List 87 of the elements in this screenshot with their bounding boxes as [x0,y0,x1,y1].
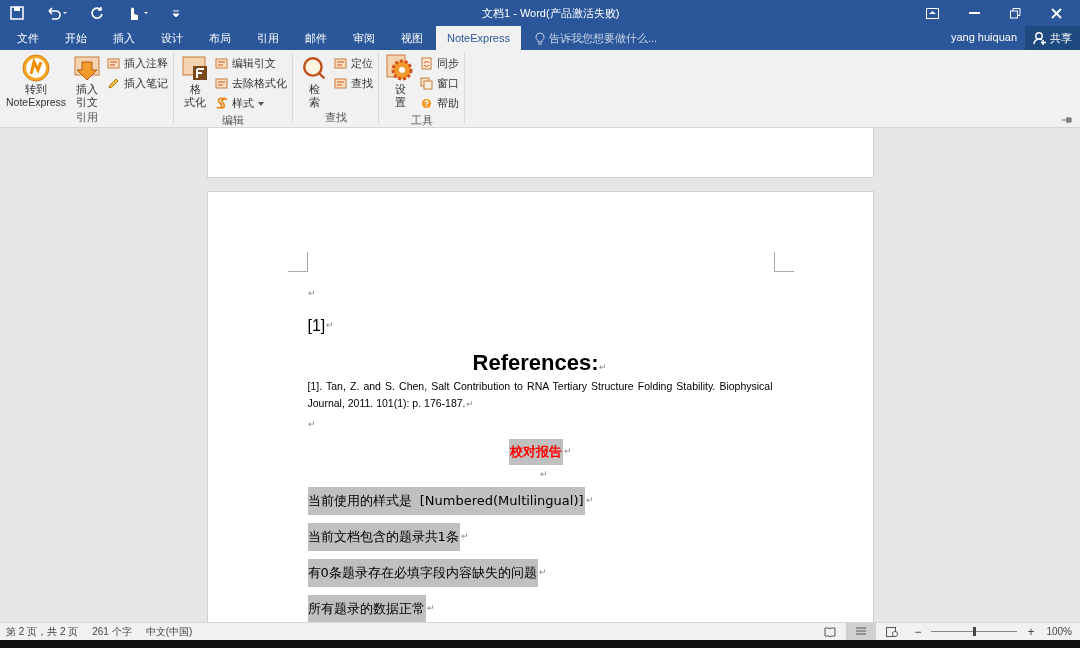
word-count[interactable]: 261 个字 [92,624,132,639]
large-ribbon-button[interactable]: 插入 引文 [70,53,105,110]
ribbon-tab[interactable]: NoteExpress [436,26,521,50]
ribbon-tab[interactable]: 邮件 [292,26,340,50]
page-count[interactable]: 第 2 页，共 2 页 [6,624,79,639]
document-sync-icon [420,57,434,70]
paragraph-mark: ↵ [538,566,547,580]
paragraph-mark: ↵ [599,360,608,374]
crop-mark [773,252,794,272]
paragraph-mark: ↵ [307,287,316,301]
small-ribbon-button[interactable]: 查找 [333,74,375,93]
undo-icon[interactable] [46,6,68,20]
paragraph-mark: ↵ [460,530,469,544]
zoom-in-button[interactable]: + [1027,622,1035,641]
crop-mark [287,252,308,272]
group-label: 引用 [74,110,99,124]
large-ribbon-button[interactable]: 转到 NoteExpress [4,53,69,110]
redo-icon[interactable] [90,6,104,20]
paragraph-mark: ↵ [307,418,316,432]
small-ribbon-button[interactable]: 帮助 [419,94,461,113]
ribbon-tab[interactable]: 开始 [52,26,100,50]
zoom-out-button[interactable]: − [914,622,922,641]
gear-icon [386,54,415,82]
zoom-slider[interactable] [931,627,1018,636]
large-ribbon-button[interactable]: 格 式化 [178,53,213,113]
n-logo-icon [22,54,51,82]
paragraph-mark: ↵ [585,494,594,508]
small-ribbon-button[interactable]: 定位 [333,54,375,73]
save-icon[interactable] [10,6,24,20]
report-title: 校对报告 [508,439,563,465]
small-ribbon-button[interactable]: 去除格式化 [214,74,289,93]
document-icon [215,77,229,90]
reference-entry: [1]. Tan, Z. and S. Chen, Salt Contribution to RNA Tertiary Structure Folding Stability. Biophysical Journal, 2011. 101(1): p. 176-187.↵ [307,379,773,411]
person-add-icon [1033,31,1047,45]
close-icon[interactable] [1051,7,1062,19]
group-label: 工具 [409,113,434,127]
print-layout-button[interactable] [846,623,877,640]
lines-icon [855,626,868,637]
large-ribbon-button[interactable]: 检 索 [297,53,332,110]
help-icon [420,97,434,110]
large-ribbon-button[interactable]: 设 置 [383,53,418,113]
ribbon-tab[interactable]: 插入 [100,26,148,50]
pencil-icon [107,77,121,90]
book-arrow-icon [73,54,102,82]
paragraph-mark: ↵ [465,399,474,409]
document-icon [107,57,121,70]
language[interactable]: 中文(中国) [145,624,193,639]
document-icon [334,57,348,70]
read-mode-icon[interactable] [824,626,837,637]
web-layout-icon[interactable] [886,626,899,637]
window-title: 文档1 - Word(产品激活失败) [482,5,620,21]
small-ribbon-button[interactable]: 同步 [419,54,461,73]
restore-icon[interactable] [1010,7,1021,19]
group-label: 查找 [323,110,348,124]
small-ribbon-button[interactable]: 插入笔记 [106,74,170,93]
paragraph-mark: ↵ [326,319,335,333]
pin-icon[interactable] [1062,116,1072,124]
user-name: yang huiquan [950,29,1017,45]
small-ribbon-button[interactable]: 编辑引文 [214,54,289,73]
ribbon-display-icon[interactable] [926,7,939,19]
small-ribbon-button[interactable]: 插入注释 [106,54,170,73]
paragraph-mark: ↵ [426,602,435,616]
book-f-icon [181,54,210,82]
citation-text: [1] [307,316,326,336]
style-s-icon [215,97,229,110]
zoom-percent[interactable]: 100% [1046,624,1072,639]
ribbon-tab[interactable]: 审阅 [340,26,388,50]
lightbulb-icon [535,31,545,45]
ribbon-tab[interactable]: 设计 [148,26,196,50]
magnifier-icon [301,55,328,81]
zoom-slider-thumb[interactable] [972,627,976,636]
tell-me-field[interactable]: 告诉我您想要做什么... [549,29,689,47]
paragraph-mark: ↵ [540,468,548,482]
ribbon-tab[interactable]: 布局 [196,26,244,50]
references-heading: References: [472,352,599,374]
ribbon-tab[interactable]: 视图 [388,26,436,50]
share-button[interactable]: 共享 [1025,26,1080,50]
group-label: 编辑 [221,113,246,127]
window-icon [420,77,434,90]
document-icon [334,77,348,90]
customize-icon[interactable] [172,8,180,18]
small-ribbon-button[interactable]: 样式 [214,94,289,113]
paragraph-mark: ↵ [563,445,572,459]
ribbon-tab[interactable]: 引用 [244,26,292,50]
small-ribbon-button[interactable]: 窗口 [419,74,461,93]
ribbon-tab[interactable]: 文件 [4,26,52,50]
document-icon [215,57,229,70]
